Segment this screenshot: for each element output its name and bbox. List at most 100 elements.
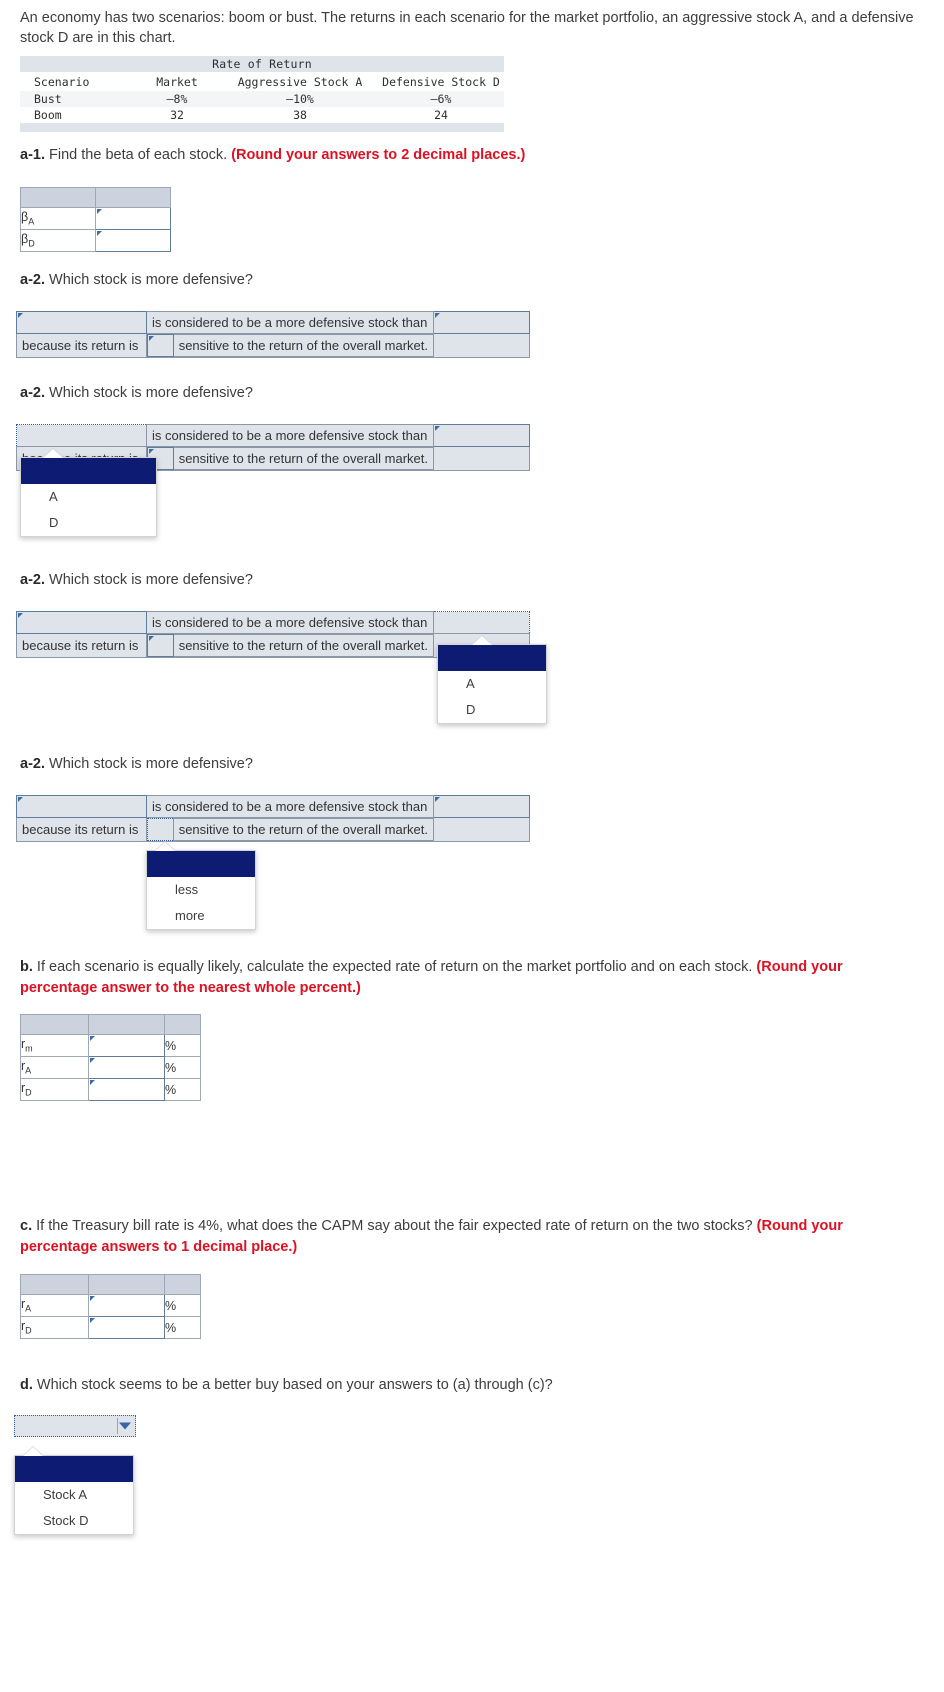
degree-inner-table-2: sensitive to the return of the overall m… [147, 447, 433, 470]
dropdown-option-stock-a[interactable]: Stock A [15, 1482, 133, 1508]
degree-dropdown-panel[interactable]: less more [146, 842, 256, 930]
answer-grid-b: rm % rA % rD % [20, 1014, 201, 1101]
ra-unit: % [164, 1056, 201, 1079]
row-label-beta-d: βD [20, 229, 96, 252]
row-label-ra: rA [20, 1056, 89, 1079]
stock-select-2b[interactable] [433, 424, 530, 447]
dropdown-option-a[interactable]: A [21, 484, 156, 510]
cell-stock-d-bust: –6% [378, 91, 504, 107]
dropdown-option-d[interactable]: D [21, 510, 156, 536]
ra-input[interactable] [88, 1056, 165, 1079]
question-a2-tag: a-2. [20, 385, 45, 401]
stock-select-3a[interactable] [16, 611, 147, 634]
sentence-mid-top-4: is considered to be a more defensive sto… [146, 795, 434, 818]
cell-stock-a-bust: –10% [222, 91, 378, 107]
question-a1-tag: a-1. [20, 147, 45, 163]
dropdown-option-less[interactable]: less [147, 877, 255, 903]
dropdown-option-a[interactable]: A [438, 671, 546, 697]
sentence-spacer-2 [433, 446, 530, 471]
degree-select-3[interactable] [147, 634, 174, 657]
column-header-scenario: Scenario [20, 72, 132, 91]
rd-input[interactable] [88, 1078, 165, 1101]
dropdown-option-blank[interactable] [147, 851, 255, 877]
cell-market-boom: 32 [132, 107, 222, 123]
row-label-beta-a: βA [20, 207, 96, 230]
intro-text: An economy has two scenarios: boom or bu… [20, 10, 914, 46]
column-header-stock-d: Defensive Stock D [378, 72, 504, 91]
dropdown-option-blank[interactable] [15, 1456, 133, 1482]
degree-select-1[interactable] [147, 334, 174, 357]
stock-select-open[interactable] [16, 424, 147, 447]
stock-select-2[interactable] [433, 311, 530, 334]
header-cell-value [95, 187, 171, 208]
question-c-tag: c. [20, 1218, 33, 1234]
question-a2-text: Which stock is more defensive? [45, 272, 253, 288]
stock-select-4a[interactable] [16, 795, 147, 818]
dropdown-option-d[interactable]: D [438, 697, 546, 723]
stock-dropdown-panel-1[interactable]: A D [20, 449, 157, 537]
table-row: Boom 32 38 24 [20, 107, 504, 123]
header-cell-value [88, 1014, 165, 1035]
question-a1-text: Find the beta of each stock. [45, 147, 232, 163]
stock-dropdown-panel-2[interactable]: A D [437, 636, 547, 724]
sentence-lead-bottom-1: because its return is [16, 333, 147, 358]
column-header-stock-a: Aggressive Stock A [222, 72, 378, 91]
rd-unit: % [164, 1078, 201, 1101]
sentence-tail-bottom-2: sensitive to the return of the overall m… [172, 447, 433, 470]
dropdown-option-blank[interactable] [438, 645, 546, 671]
better-buy-dropdown-panel[interactable]: Stock A Stock D [14, 1447, 134, 1535]
question-c-text: If the Treasury bill rate is 4%, what do… [32, 1218, 757, 1234]
table-row: rD % [20, 1078, 201, 1101]
table-row: is considered to be a more defensive sto… [16, 795, 530, 818]
dropdown-option-more[interactable]: more [147, 903, 255, 929]
header-cell-label [20, 1274, 89, 1295]
degree-cell-wrap-2: sensitive to the return of the overall m… [146, 446, 434, 471]
grid-header-row [20, 187, 171, 208]
question-a1-hint: (Round your answers to 2 decimal places.… [231, 147, 526, 163]
degree-select-open[interactable] [147, 818, 174, 841]
header-cell-label [20, 1014, 89, 1035]
row-label-ra-capm: rA [20, 1294, 89, 1317]
answer-grid-a1: βA βD [20, 187, 171, 252]
table-footer-rule [20, 123, 504, 132]
ra-capm-input[interactable] [88, 1294, 165, 1317]
sentence-mid-top-3: is considered to be a more defensive sto… [146, 611, 434, 634]
beta-a-input[interactable] [95, 207, 171, 230]
stock-select-3b-open[interactable] [433, 611, 530, 634]
sentence-spacer-1 [433, 333, 530, 358]
cell-stock-a-boom: 38 [222, 107, 378, 123]
question-a2-tag: a-2. [20, 272, 45, 288]
degree-inner-table-3: sensitive to the return of the overall m… [147, 634, 433, 657]
sentence-tail-bottom-3: sensitive to the return of the overall m… [172, 634, 433, 657]
rd-capm-input[interactable] [88, 1316, 165, 1339]
question-a2-label-1: a-2. Which stock is more defensive? [20, 270, 253, 290]
dropdown-option-blank[interactable] [21, 458, 156, 484]
dropdown-option-stock-d[interactable]: Stock D [15, 1508, 133, 1534]
question-a1-label: a-1. Find the beta of each stock. (Round… [20, 145, 525, 165]
r-subscript: m [25, 1043, 33, 1054]
cell-scenario-bust: Bust [20, 91, 132, 107]
r-subscript: D [25, 1087, 32, 1098]
table-row: because its return is sensitive to the r… [16, 333, 530, 358]
rm-input[interactable] [88, 1034, 165, 1057]
question-c-label: c. If the Treasury bill rate is 4%, what… [20, 1216, 920, 1258]
table-title-row: Rate of Return [20, 56, 504, 72]
table-title: Rate of Return [20, 56, 504, 72]
header-cell-unit [164, 1014, 201, 1035]
rm-unit: % [164, 1034, 201, 1057]
dropdown-notch [43, 449, 63, 458]
cell-stock-d-boom: 24 [378, 107, 504, 123]
stock-select-1[interactable] [16, 311, 147, 334]
question-a2-tag: a-2. [20, 572, 45, 588]
header-cell-unit [164, 1274, 201, 1295]
better-buy-select[interactable] [14, 1415, 136, 1437]
dropdown-notch [23, 1447, 43, 1456]
stock-select-4b[interactable] [433, 795, 530, 818]
row-label-rm: rm [20, 1034, 89, 1057]
question-d-label: d. Which stock seems to be a better buy … [20, 1375, 553, 1395]
table-row: rD % [20, 1316, 201, 1339]
table-row: βD [20, 229, 171, 252]
beta-d-input[interactable] [95, 229, 171, 252]
sentence-tail-bottom-1: sensitive to the return of the overall m… [172, 334, 433, 357]
rate-of-return-table: Rate of Return Scenario Market Aggressiv… [20, 56, 504, 132]
